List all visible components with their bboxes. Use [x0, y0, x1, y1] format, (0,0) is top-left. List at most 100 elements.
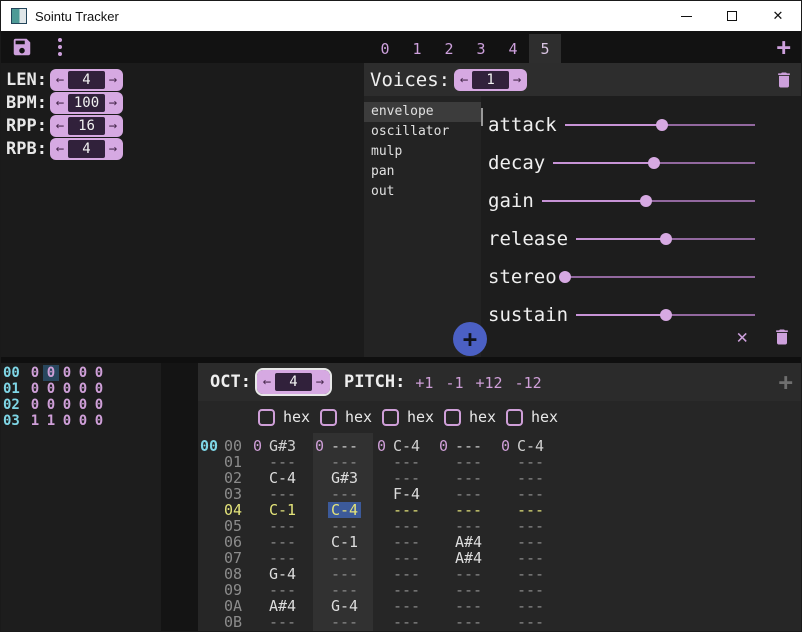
note-cell[interactable]: 0--- — [313, 438, 375, 454]
note-cell[interactable]: C-4 — [251, 470, 313, 486]
len-stepper-value[interactable]: 4 — [68, 71, 105, 89]
order-cell[interactable]: 0 — [43, 381, 59, 397]
order-cell[interactable]: 0 — [59, 413, 75, 429]
note-cell[interactable]: --- — [437, 598, 499, 614]
note-cell[interactable]: A#4 — [251, 598, 313, 614]
note-cell[interactable]: --- — [375, 566, 437, 582]
note-cell[interactable]: G-4 — [251, 566, 313, 582]
pitch-button-+12[interactable]: +12 — [476, 374, 503, 392]
note-cell[interactable]: --- — [251, 486, 313, 502]
rpp-stepper-value[interactable]: 16 — [68, 117, 105, 135]
unit-item-pan[interactable]: pan — [364, 162, 481, 182]
param-slider-sustain[interactable] — [576, 308, 755, 322]
rpb-stepper-value[interactable]: 4 — [68, 140, 105, 158]
note-cell[interactable]: --- — [313, 550, 375, 566]
param-slider-attack[interactable] — [565, 118, 755, 132]
note-cell[interactable]: --- — [375, 598, 437, 614]
note-cell[interactable]: --- — [251, 518, 313, 534]
delete-unit-button[interactable] — [772, 326, 792, 348]
tab-1[interactable]: 1 — [401, 34, 433, 63]
slider-thumb[interactable] — [660, 233, 672, 245]
note-cell[interactable]: 0C-4 — [375, 438, 437, 454]
note-cell[interactable]: --- — [499, 470, 561, 486]
rpp-stepper-increase-button[interactable]: → — [105, 116, 121, 136]
order-cell[interactable]: 0 — [59, 397, 75, 413]
order-cell[interactable]: 0 — [91, 381, 107, 397]
note-cell[interactable]: A#4 — [437, 534, 499, 550]
note-cell[interactable]: C-1 — [313, 534, 375, 550]
voices-stepper-decrease-button[interactable]: ← — [456, 70, 472, 90]
bpm-stepper-decrease-button[interactable]: ← — [52, 93, 68, 113]
minimize-button[interactable] — [663, 1, 709, 31]
note-cell[interactable]: C-1 — [251, 502, 313, 518]
note-cell[interactable]: --- — [251, 454, 313, 470]
note-cell[interactable]: --- — [313, 486, 375, 502]
tab-0[interactable]: 0 — [369, 34, 401, 63]
note-cell[interactable]: --- — [437, 486, 499, 502]
order-cell[interactable]: 1 — [27, 413, 43, 429]
note-cell[interactable]: 0C-4 — [499, 438, 561, 454]
pitch-button--1[interactable]: -1 — [445, 374, 463, 392]
tab-5[interactable]: 5 — [529, 34, 561, 63]
note-cell[interactable]: --- — [499, 486, 561, 502]
voices-stepper-increase-button[interactable]: → — [509, 70, 525, 90]
order-cell[interactable]: 0 — [91, 397, 107, 413]
note-cell[interactable]: C-4 — [313, 502, 375, 518]
note-cell[interactable]: --- — [313, 566, 375, 582]
delete-instrument-button[interactable] — [774, 69, 794, 91]
hex-checkbox[interactable] — [320, 409, 337, 426]
order-cell[interactable]: 0 — [75, 397, 91, 413]
order-cell[interactable]: 0 — [75, 413, 91, 429]
note-cell[interactable]: --- — [313, 582, 375, 598]
order-cell[interactable]: 0 — [75, 381, 91, 397]
note-cell[interactable]: --- — [375, 614, 437, 630]
order-cell[interactable]: 0 — [43, 365, 59, 381]
tab-4[interactable]: 4 — [497, 34, 529, 63]
note-cell[interactable]: --- — [499, 502, 561, 518]
order-cell[interactable]: 0 — [27, 365, 43, 381]
order-cell[interactable]: 0 — [75, 365, 91, 381]
voices-stepper-value[interactable]: 1 — [472, 71, 509, 89]
slider-thumb[interactable] — [660, 309, 672, 321]
order-cell[interactable]: 0 — [59, 365, 75, 381]
note-cell[interactable]: --- — [499, 518, 561, 534]
note-cell[interactable]: --- — [375, 534, 437, 550]
note-cell[interactable]: --- — [499, 454, 561, 470]
note-cell[interactable]: G#3 — [313, 470, 375, 486]
note-cell[interactable]: --- — [375, 518, 437, 534]
note-cell[interactable]: G-4 — [313, 598, 375, 614]
note-cell[interactable]: --- — [437, 470, 499, 486]
note-cell[interactable]: --- — [313, 454, 375, 470]
note-cell[interactable]: --- — [251, 550, 313, 566]
add-track-button[interactable]: + — [777, 33, 791, 61]
note-cell[interactable]: --- — [437, 582, 499, 598]
note-cell[interactable]: --- — [499, 534, 561, 550]
hex-checkbox[interactable] — [258, 409, 275, 426]
len-stepper-decrease-button[interactable]: ← — [52, 70, 68, 90]
note-cell[interactable]: --- — [251, 582, 313, 598]
tab-3[interactable]: 3 — [465, 34, 497, 63]
order-cell[interactable]: 0 — [27, 397, 43, 413]
note-cell[interactable]: --- — [375, 502, 437, 518]
note-cell[interactable]: --- — [437, 614, 499, 630]
param-slider-stereo[interactable] — [565, 270, 755, 284]
order-cell[interactable]: 0 — [43, 397, 59, 413]
note-cell[interactable]: --- — [375, 582, 437, 598]
note-cell[interactable]: --- — [375, 470, 437, 486]
save-button[interactable] — [11, 36, 33, 58]
hex-checkbox[interactable] — [382, 409, 399, 426]
maximize-button[interactable] — [709, 1, 755, 31]
note-cell[interactable]: --- — [251, 534, 313, 550]
unit-item-envelope[interactable]: envelope — [364, 102, 481, 122]
note-cell[interactable]: --- — [375, 454, 437, 470]
note-cell[interactable]: --- — [499, 582, 561, 598]
pitch-button--12[interactable]: -12 — [515, 374, 542, 392]
slider-thumb[interactable] — [559, 271, 571, 283]
note-cell[interactable]: --- — [313, 614, 375, 630]
order-cell[interactable]: 0 — [91, 413, 107, 429]
order-cell[interactable]: 0 — [59, 381, 75, 397]
bpm-stepper-increase-button[interactable]: → — [105, 93, 121, 113]
note-cell[interactable]: 0--- — [437, 438, 499, 454]
rpb-stepper-increase-button[interactable]: → — [105, 139, 121, 159]
note-cell[interactable]: --- — [313, 518, 375, 534]
